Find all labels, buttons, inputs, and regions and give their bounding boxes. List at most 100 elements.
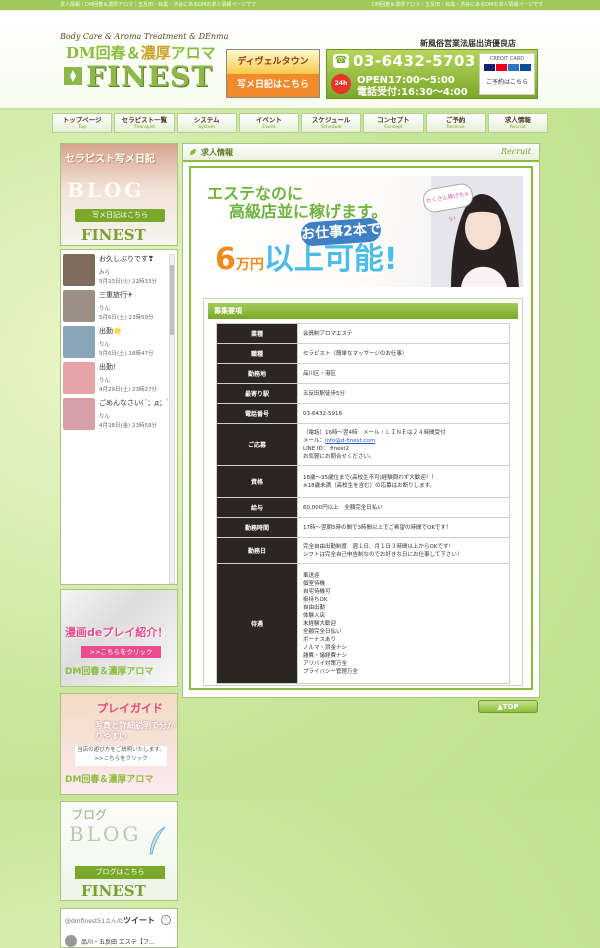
- banner-amount: 6: [215, 242, 236, 277]
- diary-date: 5月23日(火) 22時33分: [99, 279, 158, 285]
- table-row: 勤務地 品川区・港区: [216, 363, 510, 384]
- nav-reserve[interactable]: ご予約 Reserve: [425, 113, 486, 133]
- diary-entry[interactable]: ごめんなさい(´；д；`) りん 4月28日(金) 23時59分: [63, 398, 172, 432]
- benefit-item: 体験入店: [303, 612, 326, 619]
- guide-banner-logo: DM回春＆濃厚アロマ: [65, 775, 154, 785]
- diary-user: りん: [99, 342, 111, 348]
- benefit-item: 自宅待機可: [303, 588, 331, 595]
- diary-scrollbar[interactable]: [169, 254, 175, 584]
- nav-label: セラピスト一覧: [121, 116, 168, 124]
- manga-banner-logo: DM回春＆濃厚アロマ: [65, 667, 154, 677]
- nav-label-en: Concept: [384, 125, 403, 130]
- photo-banner-top: ディヴェルタウン: [227, 50, 319, 74]
- requirements-table: 業種 会員制アロマエステ 職種 セラピスト（簡単なマッサージのお仕事） 勤務地 …: [216, 323, 510, 684]
- nav-event[interactable]: イベント Event: [238, 113, 299, 133]
- table-row: 電話番号 03-6432-5918: [216, 403, 510, 424]
- nav-top[interactable]: トップページ Top: [52, 113, 113, 133]
- row-value[interactable]: 03-6432-5918: [297, 403, 510, 424]
- diary-entry[interactable]: 出勤！ りん 4月29日(土) 23時27分: [63, 362, 167, 396]
- nav-label: イベント: [255, 116, 282, 124]
- row-value: 車送迎 個室待機 自宅待機可 掛持ちOK 自由出勤 体験入店 未経験大歓迎 全額…: [297, 563, 510, 684]
- badge-24h: 24h: [331, 74, 351, 94]
- workday-text: 完全自由出勤制度 週１日、月１日３時間以上からOKです！: [303, 543, 454, 550]
- logo-finest[interactable]: FINEST: [64, 60, 213, 93]
- apply-hours: （電話）16時～翌4時 メール・ＬＩＮＥは２４時間受付: [303, 429, 446, 436]
- nav-label: トップページ: [62, 116, 102, 124]
- row-label: 電話番号: [216, 403, 298, 424]
- nav-label-en: Therapist: [133, 125, 155, 130]
- contact-phone[interactable]: 03-6432-5703: [353, 52, 476, 70]
- diary-thumbnail: [63, 362, 95, 394]
- diary-entry[interactable]: お久しぶりです❣ みら 5月23日(火) 22時33分: [63, 254, 167, 288]
- email-link[interactable]: info@d-finest.com: [325, 438, 375, 444]
- row-label: 勤務時間: [216, 517, 298, 538]
- manga-banner-link[interactable]: >>こちらをクリック: [81, 646, 161, 658]
- row-label: 資格: [216, 465, 298, 498]
- nav-label: ご予約: [445, 116, 466, 124]
- benefit-item: 全額完全日払い: [303, 628, 342, 635]
- credit-card-box[interactable]: CREDIT CARD ご予約はこちら: [479, 53, 535, 95]
- blog-banner[interactable]: ブログ BLOG ブログはこちら FINEST: [60, 801, 178, 901]
- nav-concept[interactable]: コンセプト Concept: [363, 113, 424, 133]
- blog-banner-button[interactable]: 写メ日記はこちら: [75, 209, 165, 222]
- benefit-item: 未経験大歓迎: [303, 620, 337, 627]
- feather-pen-icon: [149, 826, 166, 855]
- guide-banner-link[interactable]: 当店の遊び方をご説明いたします。>>こちらをクリック: [75, 746, 167, 766]
- nav-therapist[interactable]: セラピスト一覧 Therapist: [114, 113, 175, 133]
- table-row: 資格 18歳～35歳位まで(高校生不可)経験問わず大歓迎！！ ※18歳未満（高校…: [216, 465, 510, 498]
- blog2-banner-button[interactable]: ブログはこちら: [75, 866, 165, 879]
- reserve-link[interactable]: ご予約はこちら: [480, 77, 534, 86]
- top-strip-right-text: DM回春＆濃厚アロマ｜五反田・目黒・渋谷にあるDMの求人情報ページです: [372, 2, 544, 8]
- manga-play-banner[interactable]: 漫画deプレイ紹介！ >>こちらをクリック DM回春＆濃厚アロマ: [60, 589, 178, 687]
- diary-entry[interactable]: 出勤🌟 りん 5月6日(土) 18時47分: [63, 326, 167, 360]
- photo-diary-banner[interactable]: ディヴェルタウン 写メ日記はこちら: [226, 49, 320, 98]
- table-row: 勤務日 完全自由出勤制度 週１日、月１日３時間以上からOKです！ シフトは完全自…: [216, 537, 510, 564]
- guide-banner-title: プレイガイド: [97, 702, 163, 715]
- tweet-text[interactable]: 品川・五反田 エステ【フ...: [81, 937, 155, 946]
- blog2-banner-logo: FINEST: [81, 882, 146, 900]
- benefit-item: アリバイ対策万全: [303, 660, 348, 667]
- row-label: 給与: [216, 497, 298, 518]
- benefit-item: 車送迎: [303, 572, 320, 579]
- apply-line-id: LINE ID： finest2: [303, 445, 349, 452]
- nav-label: システム: [193, 116, 220, 124]
- therapist-blog-banner[interactable]: セラピスト写メ日記 BLOG 写メ日記はこちら FINEST: [60, 143, 178, 246]
- diary-list: お久しぶりです❣ みら 5月23日(火) 22時33分 三重旅行✈ りん 5月6…: [60, 249, 178, 585]
- row-value: 品川区・港区: [297, 363, 510, 384]
- section-title-en: Recruit: [501, 147, 531, 156]
- main-nav: トップページ Top セラピスト一覧 Therapist システム System イベ…: [52, 113, 548, 133]
- row-label: 勤務地: [216, 363, 298, 384]
- apply-note: お気軽にお問合せください。: [303, 453, 375, 460]
- diary-title: 三重旅行✈: [99, 291, 133, 299]
- diary-entry[interactable]: 三重旅行✈ りん 5月6日(土) 23時59分: [63, 290, 167, 324]
- nav-system[interactable]: システム System: [176, 113, 237, 133]
- guide-banner-subtitle: 写真と詳細説明で分かりやすい: [95, 721, 175, 741]
- qualification-text: 18歳～35歳位まで(高校生不可)経験問わず大歓迎！！: [303, 474, 437, 481]
- diary-user: りん: [99, 378, 111, 384]
- workday-note: シフトは完全自己申告制なのでお好きな日にお仕事して下さい！: [303, 551, 463, 558]
- table-row: 勤務時間 17時～翌朝5時の間で3時間以上でご希望の時間でOKです！: [216, 517, 510, 538]
- tweets-handle[interactable]: @dmfinest51さんの: [65, 918, 123, 925]
- row-value: 五反田駅徒歩5分: [297, 383, 510, 404]
- nav-label-en: Recruit: [509, 125, 526, 130]
- credit-card-title: CREDIT CARD: [489, 56, 525, 62]
- logo-subtitle: Body Care & Aroma Treatment & DEnma: [60, 32, 229, 41]
- row-value: 17時～翌朝5時の間で3時間以上でご希望の時間でOKです！: [297, 517, 510, 538]
- info-icon[interactable]: i: [161, 915, 171, 925]
- play-guide-banner[interactable]: プレイガイド 写真と詳細説明で分かりやすい 当店の遊び方をご説明いたします。>>…: [60, 693, 178, 795]
- recruit-banner: エステなのに 高級店並に稼げます。 6万円以上可能! お仕事2本で たくさん稼げ…: [201, 176, 523, 287]
- diary-user: りん: [99, 306, 111, 312]
- back-to-top-button[interactable]: ▲TOP: [478, 700, 538, 713]
- row-label: 勤務日: [216, 537, 298, 564]
- nav-recruit[interactable]: 求人情報 Recruit: [487, 113, 548, 133]
- row-label: ご応募: [216, 423, 298, 466]
- row-label: 待遇: [216, 563, 298, 684]
- diary-title: 出勤！: [99, 363, 120, 371]
- nav-schedule[interactable]: スケジュール Schedule: [301, 113, 362, 133]
- diary-scrollbar-thumb[interactable]: [170, 265, 174, 335]
- diary-title: ごめんなさい(´；д；`): [99, 399, 173, 407]
- row-value: 60,000円以上 全額完全日払い: [297, 497, 510, 518]
- benefit-item: ボーナスあり: [303, 636, 337, 643]
- row-value: セラピスト（簡単なマッサージのお仕事）: [297, 343, 510, 364]
- section-title: 求人情報: [201, 148, 233, 157]
